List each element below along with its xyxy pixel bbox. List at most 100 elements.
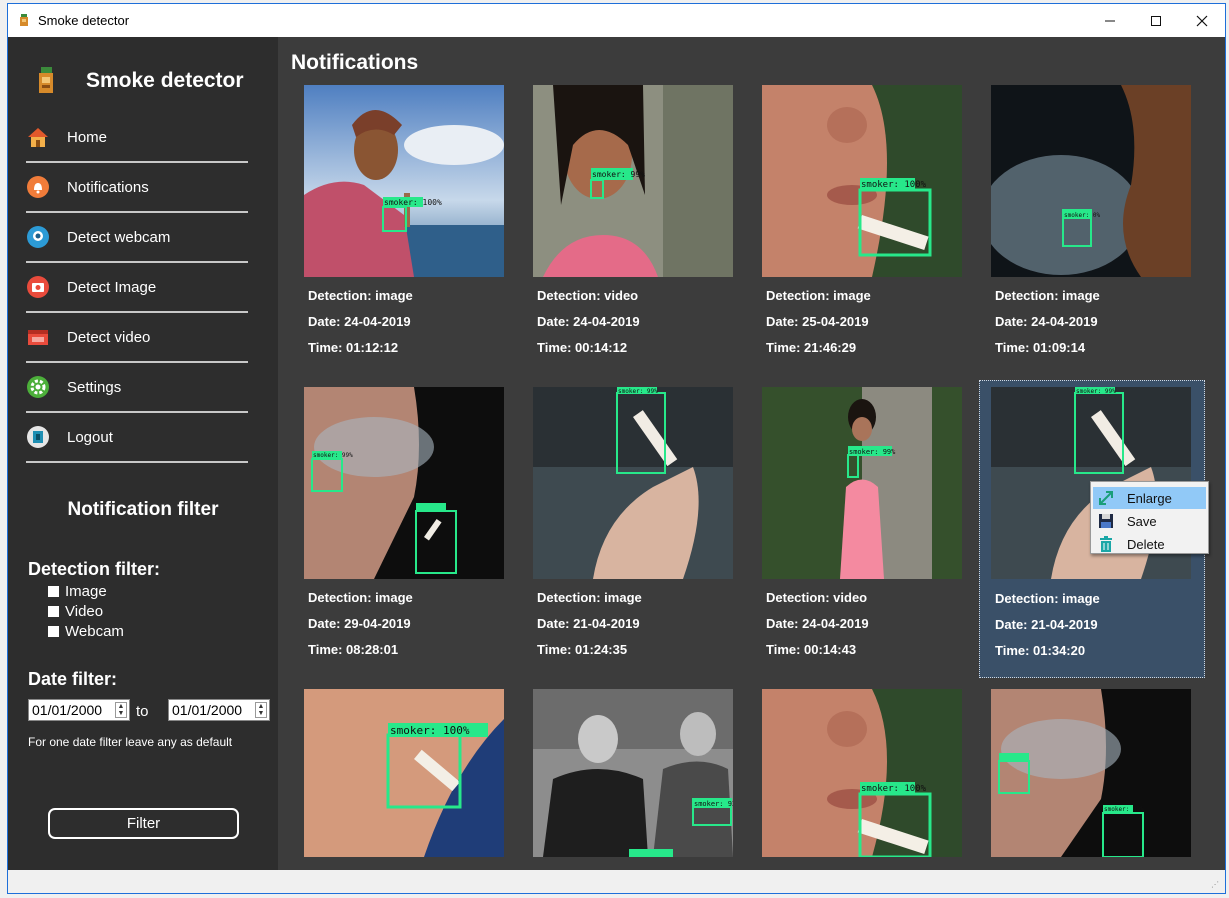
- brand: Smoke detector: [32, 63, 244, 99]
- notification-thumbnail[interactable]: smoker: 100%: [762, 689, 962, 857]
- notification-card[interactable]: smoker: 93%: [533, 689, 759, 857]
- app-logo-icon: [20, 14, 28, 26]
- notification-card[interactable]: smoker: 100% Detection: image Date: 25-0…: [762, 85, 988, 383]
- checkbox-box[interactable]: [48, 586, 59, 597]
- detection-type: Detection: image: [766, 288, 871, 303]
- detection-date: Date: 25-04-2019: [766, 314, 869, 329]
- trash-icon: [1097, 535, 1115, 553]
- detection-type: Detection: image: [308, 590, 413, 605]
- gear-icon: [26, 375, 50, 399]
- date-to-field[interactable]: 01/01/2000 ▲ ▼: [168, 699, 270, 721]
- notification-thumbnail[interactable]: smoker: 99%: [762, 387, 962, 579]
- context-menu-label: Delete: [1127, 536, 1165, 552]
- detection-box-label: smoker: 93%: [694, 800, 733, 808]
- video-icon: [26, 325, 50, 349]
- date-from-field[interactable]: 01/01/2000 ▲ ▼: [28, 699, 130, 721]
- sidebar-item-detect-video[interactable]: Detect video: [26, 313, 248, 363]
- detection-box-label: smoker: 99%: [1076, 388, 1116, 395]
- detection-time: Time: 01:09:14: [995, 340, 1086, 355]
- sidebar-item-settings[interactable]: Settings: [26, 363, 248, 413]
- minimize-icon: [1105, 20, 1115, 21]
- detection-box-label: smoker: 99%: [618, 388, 658, 395]
- detection-type: Detection: image: [995, 288, 1100, 303]
- detection-time: Time: 00:14:43: [766, 642, 857, 657]
- context-menu-enlarge[interactable]: Enlarge: [1093, 487, 1206, 509]
- date-spinner-icon[interactable]: ▲ ▼: [255, 702, 267, 718]
- resize-grip-icon[interactable]: ⋰: [1211, 880, 1221, 890]
- detection-box-label: smoker: 0%: [1064, 212, 1101, 219]
- checkbox-label: Image: [65, 583, 107, 600]
- sidebar-item-label: Settings: [67, 378, 122, 396]
- detection-time: Time: 01:24:35: [537, 642, 628, 657]
- notification-card[interactable]: smoker: 0% Detection: image Date: 24-04-…: [991, 85, 1217, 383]
- sidebar-item-notifications[interactable]: Notifications: [26, 163, 248, 213]
- bell-icon: [26, 175, 50, 199]
- sidebar-item-label: Detect video: [67, 328, 151, 346]
- notification-thumbnail[interactable]: smoker: 99%: [304, 387, 504, 579]
- context-menu-delete[interactable]: Delete: [1093, 533, 1206, 555]
- title-bar: Smoke detector: [8, 4, 1225, 37]
- date-filter-hint: For one date filter leave any as default: [28, 735, 233, 749]
- detection-box-label: smoker: 100%: [390, 724, 470, 737]
- notification-card[interactable]: smoker: 100%: [762, 689, 988, 857]
- notification-thumbnail[interactable]: smoker: 99%: [991, 689, 1191, 857]
- notification-thumbnail[interactable]: smoker: 99%: [533, 387, 733, 579]
- notification-thumbnail[interactable]: smoker: 100%: [304, 689, 504, 857]
- date-spinner-icon[interactable]: ▲ ▼: [115, 702, 127, 718]
- minimize-button[interactable]: [1087, 4, 1133, 37]
- sidebar-item-detect-image[interactable]: Detect Image: [26, 263, 248, 313]
- detection-box-label: smoker: 100%: [384, 198, 442, 207]
- close-button[interactable]: [1179, 4, 1225, 37]
- image-checkbox[interactable]: Image: [48, 583, 107, 600]
- floppy-disk-icon: [1097, 512, 1115, 530]
- checkbox-box[interactable]: [48, 606, 59, 617]
- sidebar-item-label: Detect Image: [67, 278, 157, 296]
- date-filter-label: Date filter:: [28, 669, 118, 689]
- notification-card[interactable]: smoker: 100% Detection: image Date: 24-0…: [304, 85, 530, 383]
- detection-type: Detection: image: [537, 590, 642, 605]
- detection-date: Date: 29-04-2019: [308, 616, 411, 631]
- notification-thumbnail[interactable]: smoker: 100%: [304, 85, 504, 277]
- video-checkbox[interactable]: Video: [48, 603, 103, 620]
- notification-filter-heading: Notification filter: [67, 499, 219, 520]
- notification-card[interactable]: smoker: 99% Detection: image Date: 29-04…: [304, 387, 530, 685]
- notification-card[interactable]: smoker: 99% Detection: image Date: 21-04…: [533, 387, 759, 685]
- sidebar-item-label: Logout: [67, 428, 113, 446]
- sidebar-item-logout[interactable]: Logout: [26, 413, 248, 463]
- notification-card[interactable]: smoker: 100%: [304, 689, 530, 857]
- sidebar-item-label: Notifications: [67, 178, 149, 196]
- sidebar-item-label: Detect webcam: [67, 228, 171, 246]
- detection-date: Date: 24-04-2019: [537, 314, 640, 329]
- sidebar-item-detect-webcam[interactable]: Detect webcam: [26, 213, 248, 263]
- notification-card[interactable]: smoker: 99%: [991, 689, 1217, 857]
- detection-filter-label: Detection filter:: [28, 559, 161, 579]
- detection-date: Date: 21-04-2019: [537, 616, 640, 631]
- filter-button[interactable]: Filter: [48, 808, 239, 839]
- notification-card[interactable]: smoker: 99% Detection: video Date: 24-04…: [762, 387, 988, 685]
- detection-box-label: smoker: 99%: [313, 452, 353, 459]
- maximize-icon: [1151, 15, 1161, 26]
- notification-card[interactable]: smoker: 99% Detection: video Date: 24-04…: [533, 85, 759, 383]
- smoke-detector-logo-icon: [39, 67, 53, 93]
- notification-thumbnail[interactable]: smoker: 100%: [762, 85, 962, 277]
- detection-box-label: smoker: 99%: [849, 448, 896, 456]
- maximize-button[interactable]: [1133, 4, 1179, 37]
- sidebar-item-home[interactable]: Home: [26, 113, 248, 163]
- detection-time: Time: 08:28:01: [308, 642, 399, 657]
- detection-time: Time: 01:34:20: [995, 643, 1086, 658]
- home-icon: [26, 125, 50, 149]
- detection-date: Date: 24-04-2019: [995, 314, 1098, 329]
- detection-date: Date: 24-04-2019: [766, 616, 869, 631]
- webcam-icon: [26, 225, 50, 249]
- context-menu-save[interactable]: Save: [1093, 510, 1206, 532]
- app-window: Smoke detector Smoke detector Home Notif…: [7, 3, 1226, 894]
- notification-thumbnail[interactable]: smoker: 93%: [533, 689, 733, 857]
- detection-box-label: smoker: 99%: [1104, 806, 1144, 813]
- notification-thumbnail[interactable]: smoker: 99%: [533, 85, 733, 277]
- context-menu-label: Enlarge: [1127, 490, 1172, 506]
- webcam-checkbox[interactable]: Webcam: [48, 623, 124, 640]
- detection-box-label: smoker: 100%: [861, 784, 927, 794]
- checkbox-label: Webcam: [65, 623, 124, 640]
- notification-thumbnail[interactable]: smoker: 0%: [991, 85, 1191, 277]
- checkbox-box[interactable]: [48, 626, 59, 637]
